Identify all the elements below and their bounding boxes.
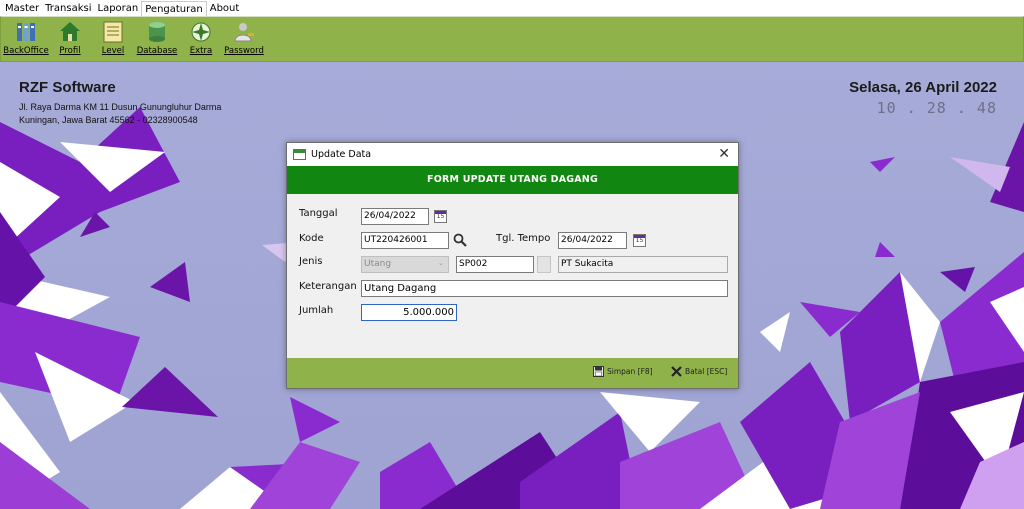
calendar-icon[interactable]: 15 (434, 210, 447, 223)
ribbon-database-button[interactable]: Database (135, 20, 179, 56)
ribbon-password-button[interactable]: Password (222, 20, 266, 56)
ribbon-label: Profil (59, 46, 81, 56)
dialog-title: Update Data (311, 149, 372, 160)
menu-transaksi[interactable]: Transaksi (42, 1, 94, 16)
menu-pengaturan[interactable]: Pengaturan (141, 0, 207, 16)
close-icon[interactable]: ✕ (718, 146, 730, 162)
label-tanggal: Tanggal (299, 208, 338, 219)
supplier-name-field: PT Sukacita (558, 256, 728, 273)
menu-master[interactable]: Master (2, 1, 42, 16)
ribbon-level-button[interactable]: Level (91, 20, 135, 56)
extra-icon (191, 22, 211, 42)
company-address-line2: Kuningan, Jawa Barat 45562 - 02328900548 (19, 115, 198, 125)
ribbon-label: Level (101, 46, 125, 56)
ribbon-extra-button[interactable]: Extra (179, 20, 223, 56)
database-icon (149, 22, 165, 42)
menu-bar: Master Transaksi Laporan Pengaturan Abou… (0, 0, 1024, 16)
form-body: Tanggal 26/04/2022 15 Kode UT220426001 T… (287, 194, 738, 360)
menu-about[interactable]: About (207, 1, 243, 16)
cancel-button-label: Batal [ESC] (685, 367, 728, 376)
user-key-icon (234, 23, 254, 42)
ribbon-label: BackOffice (3, 46, 49, 56)
ribbon-toolbar: BackOffice Profil Level Database Extra P… (0, 16, 1024, 62)
label-keterangan: Keterangan (299, 281, 357, 292)
keterangan-input[interactable]: Utang Dagang (361, 280, 728, 297)
label-tgl-tempo: Tgl. Tempo (496, 233, 551, 244)
ribbon-label: Password (224, 46, 264, 56)
window-icon (293, 149, 306, 160)
label-jenis: Jenis (299, 256, 323, 267)
backoffice-icon (17, 23, 35, 41)
chevron-down-icon: ⌄ (438, 259, 444, 267)
ribbon-label: Extra (189, 46, 213, 56)
ribbon-label: Database (136, 46, 178, 56)
tanggal-input[interactable]: 26/04/2022 (361, 208, 429, 225)
company-address-line1: Jl. Raya Darma KM 11 Dusun Gunungluhur D… (19, 102, 222, 112)
supplier-lookup-button[interactable] (537, 256, 551, 273)
search-icon[interactable] (453, 233, 467, 247)
time-label: 10 . 28 . 48 (876, 99, 997, 117)
form-header: FORM UPDATE UTANG DAGANG (287, 166, 738, 194)
cancel-button[interactable]: Batal [ESC] (671, 366, 727, 377)
calendar-icon[interactable]: 15 (633, 234, 646, 247)
cancel-icon (671, 366, 682, 377)
date-label: Selasa, 26 April 2022 (849, 79, 997, 96)
save-button[interactable]: Simpan [F8] (593, 366, 653, 377)
company-info: RZF Software Jl. Raya Darma KM 11 Dusun … (19, 79, 221, 127)
home-icon (60, 22, 80, 41)
ribbon-profil-button[interactable]: Profil (48, 20, 92, 56)
jenis-select[interactable]: Utang (361, 256, 449, 273)
company-name: RZF Software (19, 79, 116, 96)
dialog-title-bar: Update Data ✕ (287, 143, 738, 166)
ribbon-backoffice-button[interactable]: BackOffice (3, 20, 49, 56)
menu-laporan[interactable]: Laporan (95, 1, 142, 16)
save-icon (593, 366, 604, 377)
label-kode: Kode (299, 233, 324, 244)
tgl-tempo-input[interactable]: 26/04/2022 (558, 232, 627, 249)
date-time: Selasa, 26 April 2022 10 . 28 . 48 (849, 79, 997, 117)
supplier-code-input[interactable]: SP002 (456, 256, 534, 273)
kode-input[interactable]: UT220426001 (361, 232, 449, 249)
jumlah-input[interactable]: 5.000.000 (361, 304, 457, 321)
label-jumlah: Jumlah (299, 305, 334, 316)
update-data-dialog: Update Data ✕ FORM UPDATE UTANG DAGANG T… (286, 142, 739, 389)
level-icon (103, 21, 123, 43)
save-button-label: Simpan [F8] (607, 367, 653, 376)
dialog-footer: Simpan [F8] Batal [ESC] (287, 358, 738, 388)
